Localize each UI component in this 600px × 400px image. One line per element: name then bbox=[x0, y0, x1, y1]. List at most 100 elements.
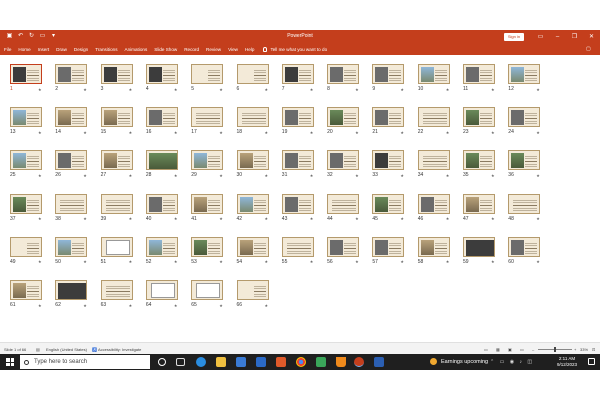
slide-thumbnail[interactable] bbox=[281, 236, 314, 257]
slide-thumbnail[interactable] bbox=[55, 280, 88, 300]
tell-me-search[interactable]: Tell me what you want to do bbox=[263, 47, 327, 52]
minimize-icon[interactable]: – bbox=[549, 32, 566, 42]
slide-thumbnail[interactable] bbox=[327, 236, 360, 257]
word-icon[interactable] bbox=[374, 357, 384, 367]
slide-thumbnail[interactable] bbox=[236, 107, 269, 128]
slide-thumbnail[interactable] bbox=[463, 150, 495, 171]
slide-thumbnail[interactable] bbox=[236, 280, 269, 300]
powerpoint-taskbar-icon[interactable] bbox=[354, 357, 364, 367]
weather-widget[interactable]: Earnings upcoming bbox=[430, 358, 488, 365]
language-status[interactable]: English (United States) bbox=[46, 347, 87, 352]
task-view-icon[interactable] bbox=[176, 358, 185, 366]
tab-help[interactable]: Help bbox=[245, 47, 254, 52]
slide-thumbnail[interactable] bbox=[191, 236, 224, 257]
tab-view[interactable]: View bbox=[228, 47, 238, 52]
slide-thumbnail[interactable] bbox=[236, 236, 269, 257]
comments-icon[interactable]: ▢ bbox=[586, 46, 594, 53]
taskbar-search[interactable]: Type here to search bbox=[20, 355, 150, 369]
tab-home[interactable]: Home bbox=[18, 47, 30, 52]
slide-thumbnail[interactable] bbox=[417, 193, 450, 214]
tab-design[interactable]: Design bbox=[74, 47, 88, 52]
slide-thumbnail[interactable] bbox=[145, 236, 178, 257]
ribbon-display-options-icon[interactable]: ▭ bbox=[532, 32, 549, 42]
accessibility-status[interactable]: Accessibility: Investigate bbox=[98, 347, 141, 352]
slide-thumbnail[interactable] bbox=[508, 107, 541, 128]
tab-record[interactable]: Record bbox=[184, 47, 199, 52]
slide-thumbnail[interactable] bbox=[372, 150, 405, 171]
slide-thumbnail[interactable] bbox=[100, 236, 133, 257]
slide-thumbnail[interactable] bbox=[372, 236, 405, 257]
slide-thumbnail[interactable] bbox=[417, 64, 450, 84]
clock[interactable]: 2:11 AM 9/12/2023 bbox=[552, 356, 582, 368]
slide-thumbnail[interactable] bbox=[191, 280, 224, 300]
slide-thumbnail[interactable] bbox=[508, 193, 541, 214]
slide-thumbnail[interactable] bbox=[327, 150, 360, 171]
slide-thumbnail[interactable] bbox=[55, 236, 88, 257]
vlc-icon[interactable] bbox=[336, 357, 346, 367]
tab-draw[interactable]: Draw bbox=[56, 47, 67, 52]
close-icon[interactable]: ✕ bbox=[583, 32, 600, 42]
slide-thumbnail[interactable] bbox=[55, 150, 88, 171]
notifications-icon[interactable] bbox=[588, 358, 595, 365]
slide-thumbnail[interactable] bbox=[463, 64, 495, 84]
slide-thumbnail[interactable] bbox=[191, 193, 224, 214]
slide-thumbnail[interactable] bbox=[145, 193, 178, 214]
edge-icon[interactable] bbox=[196, 357, 206, 367]
spelling-icon[interactable]: ▤ bbox=[36, 347, 40, 352]
slide-thumbnail[interactable] bbox=[508, 64, 541, 84]
slide-thumbnail[interactable] bbox=[236, 64, 269, 84]
office-icon[interactable] bbox=[276, 357, 286, 367]
slide-thumbnail[interactable] bbox=[100, 107, 133, 128]
slide-thumbnail[interactable] bbox=[55, 107, 88, 128]
slide-thumbnail[interactable] bbox=[327, 64, 360, 84]
zoom-level[interactable]: 33% bbox=[580, 347, 588, 352]
slide-thumbnail[interactable] bbox=[281, 150, 314, 171]
sign-in-button[interactable]: Sign in bbox=[504, 33, 524, 41]
slide-thumbnail[interactable] bbox=[281, 193, 314, 214]
slide-thumbnail[interactable] bbox=[10, 64, 42, 84]
tab-animations[interactable]: Animations bbox=[125, 47, 148, 52]
slide-thumbnail[interactable] bbox=[281, 107, 314, 128]
slide-thumbnail[interactable] bbox=[191, 64, 224, 84]
tab-file[interactable]: File bbox=[4, 47, 11, 52]
fit-to-window-icon[interactable]: ⊡ bbox=[592, 347, 595, 352]
slide-thumbnail[interactable] bbox=[327, 193, 360, 214]
slide-thumbnail[interactable] bbox=[236, 150, 269, 171]
maximize-icon[interactable]: ❐ bbox=[566, 32, 583, 42]
tab-insert[interactable]: Insert bbox=[38, 47, 50, 52]
slide-thumbnail[interactable] bbox=[55, 193, 88, 214]
slide-thumbnail[interactable] bbox=[10, 107, 42, 128]
slide-sorter-view-icon[interactable]: ▦ bbox=[496, 347, 500, 352]
slide-thumbnail[interactable] bbox=[508, 236, 541, 257]
slide-thumbnail[interactable] bbox=[463, 193, 495, 214]
slide-thumbnail[interactable] bbox=[372, 64, 405, 84]
file-explorer-icon[interactable] bbox=[216, 357, 226, 367]
tab-slide-show[interactable]: Slide Show bbox=[154, 47, 177, 52]
slide-thumbnail[interactable] bbox=[191, 107, 224, 128]
slide-thumbnail[interactable] bbox=[10, 193, 42, 214]
xbox-icon[interactable] bbox=[316, 357, 326, 367]
zoom-slider-thumb[interactable] bbox=[554, 346, 556, 352]
slide-thumbnail[interactable] bbox=[508, 150, 541, 171]
slide-thumbnail[interactable] bbox=[236, 193, 269, 214]
slide-thumbnail[interactable] bbox=[145, 280, 178, 300]
slide-thumbnail[interactable] bbox=[417, 236, 450, 257]
chrome-icon[interactable] bbox=[296, 357, 306, 367]
slide-thumbnail[interactable] bbox=[372, 193, 405, 214]
zoom-in-icon[interactable]: + bbox=[574, 347, 576, 352]
slideshow-view-icon[interactable]: ▭ bbox=[520, 347, 524, 352]
slide-thumbnail[interactable] bbox=[100, 193, 133, 214]
slide-thumbnail[interactable] bbox=[463, 107, 495, 128]
windows-start-icon[interactable] bbox=[6, 358, 14, 366]
slide-thumbnail[interactable] bbox=[55, 64, 88, 84]
slide-thumbnail[interactable] bbox=[100, 150, 133, 171]
reading-view-icon[interactable]: ▣ bbox=[508, 347, 512, 352]
tab-transitions[interactable]: Transitions bbox=[95, 47, 117, 52]
slide-thumbnail[interactable] bbox=[372, 107, 405, 128]
slide-thumbnail[interactable] bbox=[145, 150, 178, 171]
slide-thumbnail[interactable] bbox=[281, 64, 314, 84]
slide-thumbnail[interactable] bbox=[327, 107, 360, 128]
cortana-icon[interactable] bbox=[158, 358, 166, 366]
slide-thumbnail[interactable] bbox=[100, 64, 133, 84]
slide-thumbnail[interactable] bbox=[417, 107, 450, 128]
